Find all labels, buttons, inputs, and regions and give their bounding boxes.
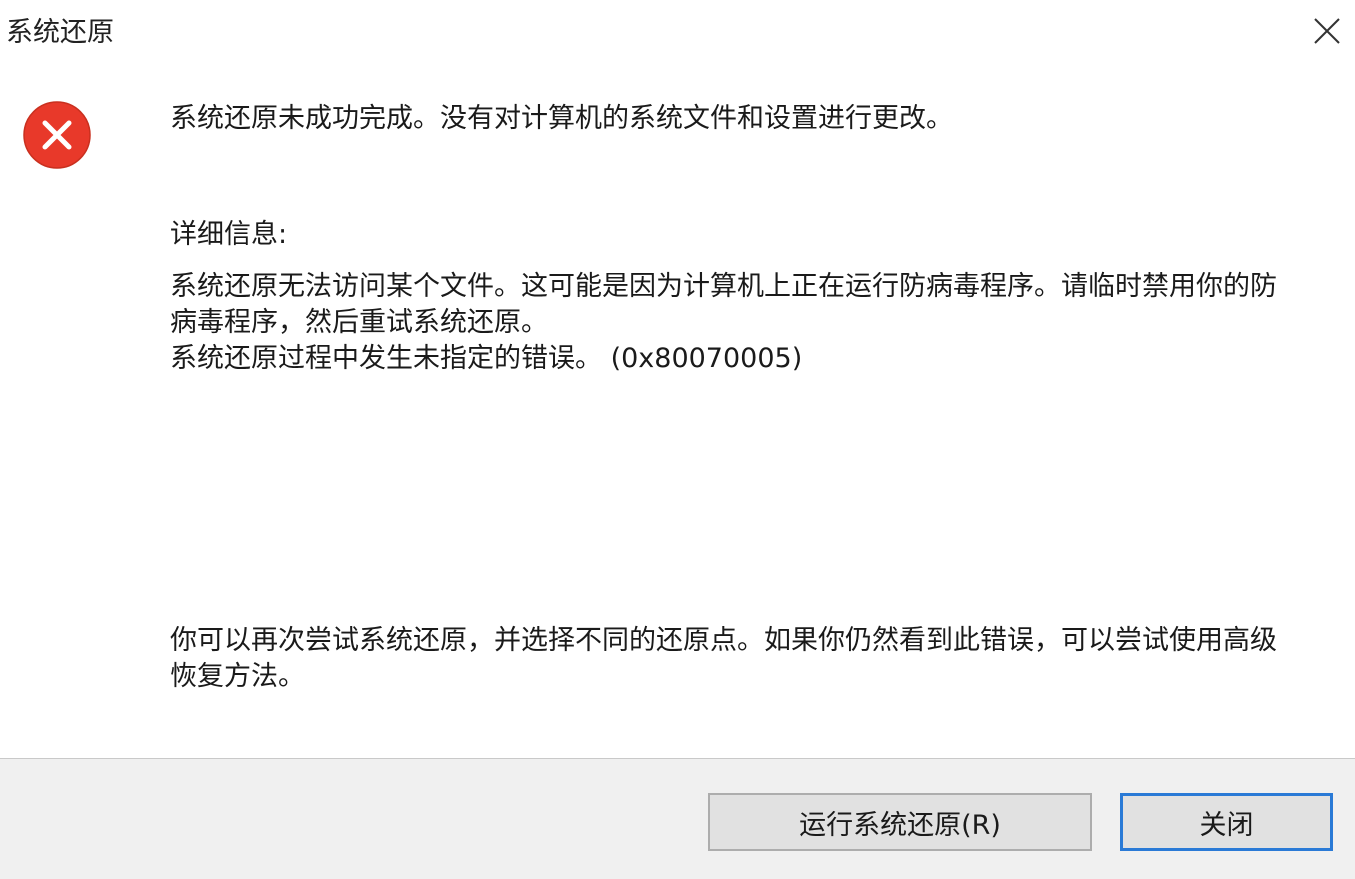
hint-line: 你可以再次尝试系统还原，并选择不同的还原点。如果你仍然看到此错误，可以尝试使用高… [170, 625, 1277, 656]
window-title: 系统还原 [6, 17, 114, 48]
details-line: 病毒程序，然后重试系统还原。 [170, 307, 548, 338]
button-bar: 运行系统还原(R) 关闭 [0, 758, 1355, 879]
close-button[interactable]: 关闭 [1120, 793, 1333, 851]
hint-text: 你可以再次尝试系统还原，并选择不同的还原点。如果你仍然看到此错误，可以尝试使用高… [170, 623, 1330, 695]
details-line: 系统还原过程中发生未指定的错误。 (0x80070005) [170, 343, 803, 374]
main-instruction: 系统还原未成功完成。没有对计算机的系统文件和设置进行更改。 [170, 103, 953, 134]
close-icon[interactable] [1300, 4, 1352, 56]
run-system-restore-button[interactable]: 运行系统还原(R) [708, 793, 1092, 851]
hint-line: 恢复方法。 [170, 661, 305, 692]
error-icon [22, 100, 92, 170]
details-line: 系统还原无法访问某个文件。这可能是因为计算机上正在运行防病毒程序。请临时禁用你的… [170, 271, 1277, 302]
details-label: 详细信息: [170, 219, 288, 250]
system-restore-dialog: 系统还原 系统还原未成功完成。没有对计算机的系统文件和设置进行更改。 详细信息:… [0, 0, 1355, 879]
details-text: 系统还原无法访问某个文件。这可能是因为计算机上正在运行防病毒程序。请临时禁用你的… [170, 269, 1330, 377]
title-bar: 系统还原 [0, 0, 1355, 60]
